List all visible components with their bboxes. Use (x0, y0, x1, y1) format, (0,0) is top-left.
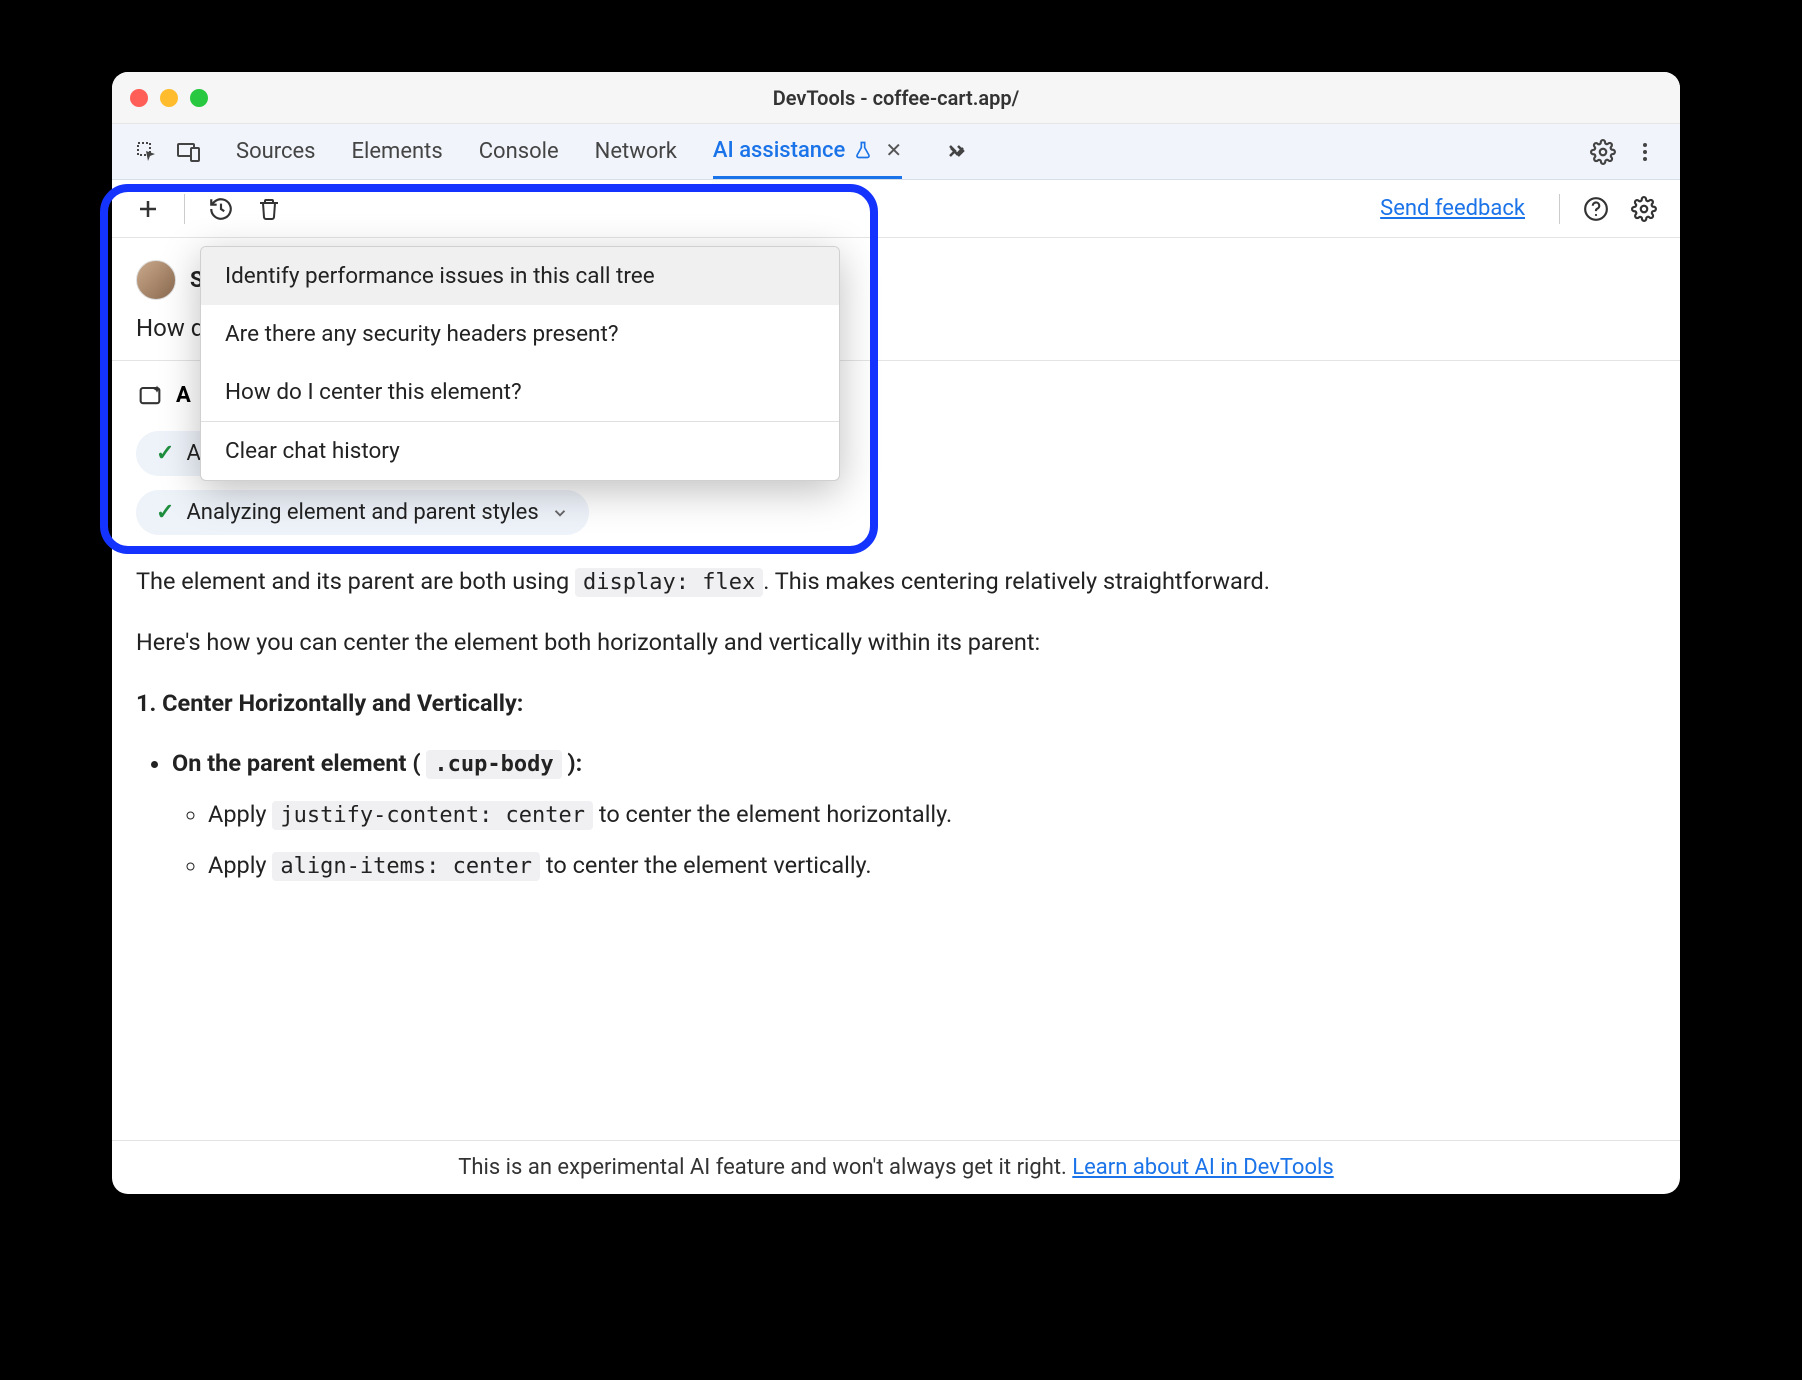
code-inline: justify-content: center (272, 801, 593, 830)
flask-icon (853, 140, 873, 160)
kebab-menu-icon[interactable] (1626, 133, 1664, 171)
panel-toolbar: Send feedback (112, 180, 1680, 238)
dropdown-item[interactable]: Identify performance issues in this call… (201, 247, 839, 305)
settings-gear-icon[interactable] (1584, 133, 1622, 171)
panel-settings-icon[interactable] (1624, 189, 1664, 229)
toolbar-divider-2 (1559, 194, 1560, 224)
toolbar-divider (184, 194, 185, 224)
tab-ai-assistance[interactable]: AI assistance ✕ (713, 124, 902, 179)
ai-sparkle-icon (136, 381, 164, 409)
list-item: Apply align-items: center to center the … (208, 847, 1656, 884)
send-feedback-link[interactable]: Send feedback (1380, 196, 1525, 221)
devtools-window: DevTools - coffee-cart.app/ Sources Elem… (112, 72, 1680, 1194)
tab-network[interactable]: Network (595, 124, 677, 179)
delete-icon[interactable] (249, 189, 289, 229)
step-label: Analyzing element and parent styles (186, 500, 538, 525)
response-p1: The element and its parent are both usin… (136, 563, 1656, 600)
history-dropdown: Identify performance issues in this call… (200, 246, 840, 481)
minimize-window-button[interactable] (160, 89, 178, 107)
device-toolbar-icon[interactable] (170, 133, 208, 171)
window-title: DevTools - coffee-cart.app/ (112, 86, 1680, 110)
main-tabbar: Sources Elements Console Network AI assi… (112, 124, 1680, 180)
panel-tabs: Sources Elements Console Network AI assi… (236, 124, 976, 179)
chevron-down-icon (551, 504, 569, 522)
response-heading: 1. Center Horizontally and Vertically: (136, 685, 1656, 721)
new-chat-icon[interactable] (128, 189, 168, 229)
dropdown-item[interactable]: Are there any security headers present? (201, 305, 839, 363)
tab-ai-label: AI assistance (713, 138, 845, 163)
tab-sources[interactable]: Sources (236, 124, 316, 179)
close-window-button[interactable] (130, 89, 148, 107)
ai-response: The element and its parent are both usin… (112, 535, 1680, 884)
code-inline: .cup-body (426, 750, 561, 779)
dropdown-item[interactable]: How do I center this element? (201, 363, 839, 421)
more-tabs-icon[interactable] (938, 133, 976, 171)
close-tab-icon[interactable]: ✕ (885, 138, 902, 162)
tab-elements[interactable]: Elements (352, 124, 443, 179)
code-inline: display: flex (575, 568, 763, 597)
traffic-lights (130, 89, 208, 107)
list-item: Apply justify-content: center to center … (208, 796, 1656, 833)
response-p2: Here's how you can center the element bo… (136, 624, 1656, 660)
maximize-window-button[interactable] (190, 89, 208, 107)
dropdown-clear[interactable]: Clear chat history (201, 422, 839, 480)
code-inline: align-items: center (272, 852, 540, 881)
learn-more-link[interactable]: Learn about AI in DevTools (1072, 1155, 1333, 1180)
list-item: On the parent element ( .cup-body ): App… (172, 745, 1656, 884)
step-pill-2[interactable]: ✓ Analyzing element and parent styles (136, 490, 589, 535)
check-icon: ✓ (156, 500, 174, 525)
tab-console[interactable]: Console (479, 124, 559, 179)
inspect-element-icon[interactable] (128, 133, 166, 171)
titlebar: DevTools - coffee-cart.app/ (112, 72, 1680, 124)
check-icon: ✓ (156, 441, 174, 466)
disclaimer-text: This is an experimental AI feature and w… (458, 1155, 1072, 1180)
history-icon[interactable] (201, 189, 241, 229)
ai-label: A (176, 383, 191, 408)
avatar (136, 260, 176, 300)
help-icon[interactable] (1576, 189, 1616, 229)
disclaimer-footer: This is an experimental AI feature and w… (112, 1140, 1680, 1194)
